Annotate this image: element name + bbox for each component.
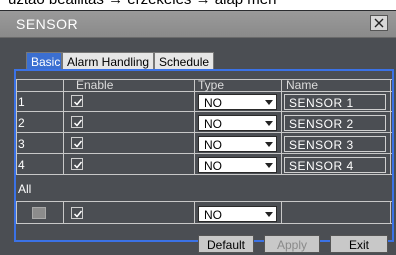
enable-all-checkbox[interactable] bbox=[71, 207, 83, 219]
enable-checkbox[interactable] bbox=[71, 116, 83, 128]
sensor-name-field[interactable]: SENSOR 3 bbox=[284, 136, 386, 152]
chevron-down-icon bbox=[263, 159, 275, 171]
sensor-name-field[interactable]: SENSOR 1 bbox=[284, 94, 386, 110]
grid-line bbox=[390, 201, 391, 224]
enable-checkbox[interactable] bbox=[71, 158, 83, 170]
grid-line bbox=[281, 79, 282, 175]
caption-text: úztao beallitas → erzekeles → alap men bbox=[0, 0, 396, 9]
tab-basic[interactable]: Basic bbox=[26, 52, 62, 70]
grid-line bbox=[16, 153, 392, 154]
sensor-name-value: SENSOR 4 bbox=[289, 159, 354, 173]
header-name: Name bbox=[286, 78, 319, 92]
enable-checkbox[interactable] bbox=[71, 95, 83, 107]
type-select-value: NO bbox=[204, 138, 222, 152]
type-select[interactable]: NO bbox=[198, 157, 277, 173]
grid-line bbox=[63, 79, 64, 175]
type-select-value: NO bbox=[204, 96, 222, 110]
chevron-down-icon bbox=[263, 117, 275, 129]
sensor-table-panel: Enable Type Name 1 NO SENSOR 1 2 NO SENS… bbox=[14, 69, 394, 242]
sensor-name-value: SENSOR 1 bbox=[289, 96, 354, 110]
type-select-value: NO bbox=[204, 208, 222, 222]
select-all-box[interactable] bbox=[32, 207, 46, 219]
type-select[interactable]: NO bbox=[198, 94, 277, 110]
type-all-select[interactable]: NO bbox=[198, 206, 277, 222]
all-label: All bbox=[18, 182, 32, 196]
type-select-value: NO bbox=[204, 117, 222, 131]
grid-line bbox=[281, 201, 282, 224]
grid-line bbox=[16, 174, 392, 175]
apply-button[interactable]: Apply bbox=[264, 235, 320, 253]
sensor-name-field[interactable]: SENSOR 2 bbox=[284, 115, 386, 131]
sensor-name-value: SENSOR 2 bbox=[289, 117, 354, 131]
grid-line bbox=[63, 201, 64, 224]
chevron-down-icon bbox=[263, 96, 275, 108]
grid-line bbox=[390, 79, 391, 175]
type-select-value: NO bbox=[204, 159, 222, 173]
window-title: SENSOR bbox=[16, 16, 79, 32]
header-type: Type bbox=[198, 78, 225, 92]
row-number: 2 bbox=[18, 116, 25, 130]
chevron-down-icon bbox=[263, 208, 275, 220]
header-enable: Enable bbox=[76, 78, 114, 92]
sensor-name-value: SENSOR 3 bbox=[289, 138, 354, 152]
default-button[interactable]: Default bbox=[198, 235, 254, 253]
check-icon bbox=[73, 119, 83, 127]
title-bar: SENSOR bbox=[0, 11, 396, 38]
tab-alarm-handling[interactable]: Alarm Handling bbox=[62, 52, 154, 70]
chevron-down-icon bbox=[263, 138, 275, 150]
sensor-window: SENSOR Basic Alarm Handling Schedule Ena… bbox=[0, 10, 396, 255]
grid-line bbox=[16, 201, 17, 224]
grid-line bbox=[194, 79, 195, 175]
check-icon bbox=[73, 161, 83, 169]
check-icon bbox=[73, 98, 83, 106]
enable-checkbox[interactable] bbox=[71, 137, 83, 149]
grid-line bbox=[16, 132, 392, 133]
close-icon bbox=[374, 18, 384, 28]
check-icon bbox=[73, 210, 83, 218]
row-number: 1 bbox=[18, 95, 25, 109]
row-number: 4 bbox=[18, 158, 25, 172]
type-select[interactable]: NO bbox=[198, 136, 277, 152]
exit-button[interactable]: Exit bbox=[330, 235, 388, 253]
tab-schedule[interactable]: Schedule bbox=[154, 52, 214, 70]
close-button[interactable] bbox=[370, 15, 388, 31]
grid-line bbox=[194, 201, 195, 224]
row-number: 3 bbox=[18, 137, 25, 151]
type-select[interactable]: NO bbox=[198, 115, 277, 131]
grid-line bbox=[16, 111, 392, 112]
grid-line bbox=[16, 201, 392, 202]
sensor-name-field[interactable]: SENSOR 4 bbox=[284, 157, 386, 173]
grid-line bbox=[16, 223, 392, 224]
check-icon bbox=[73, 140, 83, 148]
grid-line bbox=[16, 79, 17, 175]
